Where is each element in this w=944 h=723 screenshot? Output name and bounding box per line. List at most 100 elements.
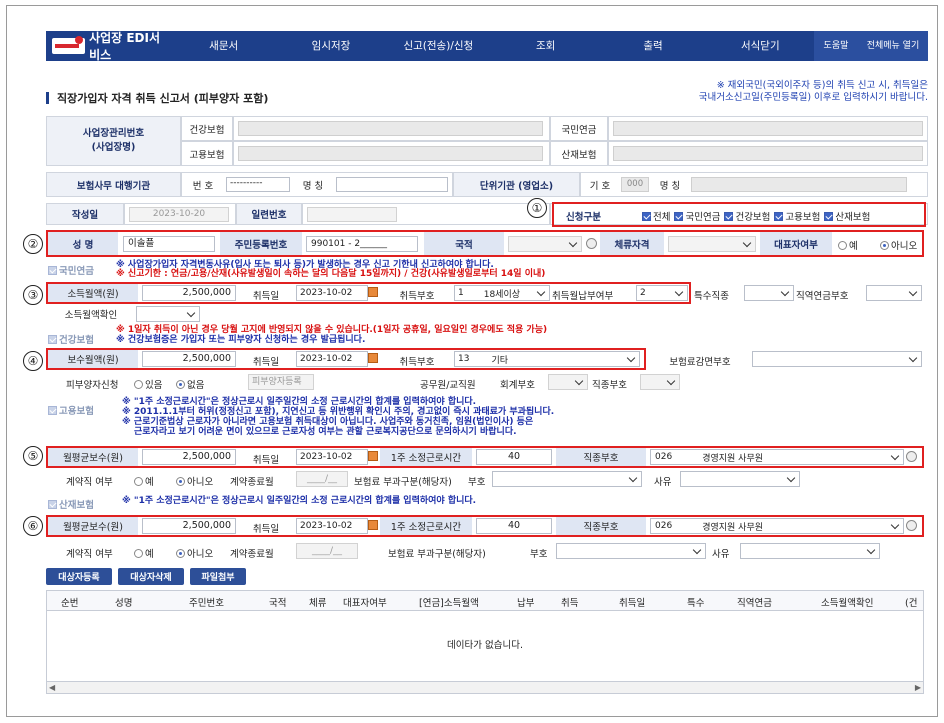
col-rep[interactable]: 대표자여부 (343, 595, 387, 609)
name-input[interactable]: 이솔플 (123, 236, 215, 252)
accident-acq-date-input[interactable]: 2023-10-02 (296, 518, 368, 534)
calendar-icon[interactable] (364, 520, 378, 533)
special-select[interactable] (744, 285, 794, 301)
accident-avg-input[interactable]: 2,500,000 (142, 518, 236, 534)
pay-month-input[interactable]: 2,500,000 (142, 351, 236, 367)
apply-employ-check[interactable]: 고용보험 (774, 209, 820, 223)
col-confirm[interactable]: 소득월액확인 (821, 595, 873, 609)
pension-acq-date-input[interactable]: 2023-10-02 (296, 285, 368, 301)
nav-all-menu[interactable]: 전체메뉴 열기 (857, 31, 928, 61)
apply-health-check[interactable]: 건강보험 (724, 209, 770, 223)
nhis-logo-icon (52, 36, 86, 54)
employ-acq-date-input[interactable]: 2023-10-02 (296, 449, 368, 465)
account-select[interactable] (548, 374, 588, 390)
col-acq-date[interactable]: 취득일 (619, 595, 645, 609)
nav-close-form[interactable]: 서식닫기 (707, 31, 814, 61)
rrn-input[interactable]: 990101 - 2______ (306, 236, 418, 252)
employ-avg-input[interactable]: 2,500,000 (142, 449, 236, 465)
employ-hours-input[interactable]: 40 (476, 449, 552, 465)
apply-pension-check[interactable]: 국민연금 (674, 209, 720, 223)
apply-accident-check[interactable]: 산재보험 (824, 209, 870, 223)
employ-end-input[interactable]: ____/__ (296, 471, 348, 487)
date-field: 2023-10-20 (129, 206, 229, 222)
health-job-label: 직종부호 (592, 380, 627, 391)
radio-icon (134, 477, 143, 486)
reduce-select[interactable] (752, 351, 922, 367)
dep-no-radio[interactable]: 없음 (176, 377, 204, 391)
col-job-pension[interactable]: 직역연금 (737, 595, 772, 609)
scroll-right-icon[interactable]: ▶ (915, 683, 921, 692)
delete-button[interactable]: 대상자삭제 (118, 568, 184, 585)
employ-job-search-icon[interactable] (906, 451, 917, 465)
nav-temp-save[interactable]: 임시저장 (277, 31, 384, 61)
register-button[interactable]: 대상자등록 (46, 568, 112, 585)
unit-label: 단위기관 (영업소) (453, 172, 580, 197)
agency-label: 보험사무 대행기관 (46, 172, 181, 197)
calendar-icon[interactable] (364, 287, 378, 300)
dep-register-button[interactable]: 피부양자등록 (248, 374, 314, 390)
accident-job-search-icon[interactable] (906, 520, 917, 534)
nav-submit[interactable]: 신고(전송)/신청 (385, 31, 492, 61)
dep-yes-radio[interactable]: 있음 (134, 377, 162, 391)
health-acq-date-input[interactable]: 2023-10-02 (296, 351, 368, 367)
health-job-select[interactable] (640, 374, 680, 390)
accident-contract-no[interactable]: 아니오 (176, 546, 213, 560)
employ-reason-select[interactable] (680, 471, 800, 487)
apply-all-check[interactable]: 전체 (642, 209, 670, 223)
page-note: ※ 재외국민(국외이주자 등)의 취득 신고 시, 취득일은 국내거소신고일(주민… (698, 80, 928, 103)
grid-hscrollbar[interactable]: ◀ ▶ (47, 681, 923, 693)
rep-yes-radio[interactable]: 예 (838, 238, 858, 252)
nation-search-icon[interactable] (586, 238, 597, 252)
scroll-left-icon[interactable]: ◀ (49, 683, 55, 692)
col-income[interactable]: [연금]소득월액 (419, 595, 479, 609)
employ-section-check[interactable]: 고용보험 (48, 403, 94, 417)
accident-section-check[interactable]: 산재보험 (48, 497, 94, 511)
accident-code-label: 부호 (530, 549, 548, 560)
accident-hours-input[interactable]: 40 (476, 518, 552, 534)
col-nation[interactable]: 국적 (269, 595, 286, 609)
nav-new[interactable]: 새문서 (170, 31, 277, 61)
attach-button[interactable]: 파일첨부 (190, 568, 246, 585)
col-name[interactable]: 성명 (115, 595, 132, 609)
employ-job-select[interactable]: 026 경영지원 사무원 (650, 449, 904, 465)
calendar-icon[interactable] (364, 451, 378, 464)
unit-code-field: 000 (621, 177, 649, 192)
accident-code-select[interactable] (556, 543, 706, 559)
accident-job-label: 직종부호 (556, 517, 646, 535)
income-input[interactable]: 2,500,000 (142, 285, 236, 301)
col-seq[interactable]: 순번 (61, 595, 78, 609)
nav-print[interactable]: 출력 (599, 31, 706, 61)
agency-name-input[interactable] (336, 177, 448, 192)
employ-contract-no[interactable]: 아니오 (176, 474, 213, 488)
pension-section-check[interactable]: 국민연금 (48, 263, 94, 277)
col-rrn[interactable]: 주민번호 (189, 595, 224, 609)
nav-help[interactable]: 도움말 (813, 31, 858, 61)
confirm-select[interactable] (136, 306, 200, 322)
calendar-icon[interactable] (364, 353, 378, 366)
agency-num-input[interactable]: ---------- (226, 177, 290, 192)
nation-select[interactable] (508, 236, 582, 252)
nav-search[interactable]: 조회 (492, 31, 599, 61)
grid-empty-message: 데이타가 없습니다. (447, 640, 523, 651)
employ-code-select[interactable] (492, 471, 642, 487)
job-pension-select[interactable] (866, 285, 922, 301)
health-section-check[interactable]: 건강보험 (48, 332, 94, 346)
accident-reason-select[interactable] (740, 543, 880, 559)
employ-contract-yes[interactable]: 예 (134, 474, 154, 488)
employ-end-label: 계약종료월 (230, 477, 274, 488)
accident-end-input[interactable]: ____/__ (296, 543, 358, 559)
accident-job-select[interactable]: 026 경영지원 사무원 (650, 518, 904, 534)
check-icon (48, 406, 57, 415)
col-special[interactable]: 특수 (687, 595, 704, 609)
accident-contract-yes[interactable]: 예 (134, 546, 154, 560)
brand[interactable]: 사업장 EDI서비스 (46, 31, 170, 62)
pension-acq-code-select[interactable]: 1 18세이상 (454, 285, 550, 301)
pay-select[interactable]: 2 (636, 285, 688, 301)
col-stay[interactable]: 체류 (309, 595, 326, 609)
stay-select[interactable] (668, 236, 756, 252)
col-health[interactable]: (건 (905, 595, 917, 609)
col-acq[interactable]: 취득 (561, 595, 578, 609)
health-acq-code-select[interactable]: 13 기타 (454, 351, 640, 367)
col-pay[interactable]: 납부 (517, 595, 534, 609)
rep-no-radio[interactable]: 아니오 (880, 238, 917, 252)
